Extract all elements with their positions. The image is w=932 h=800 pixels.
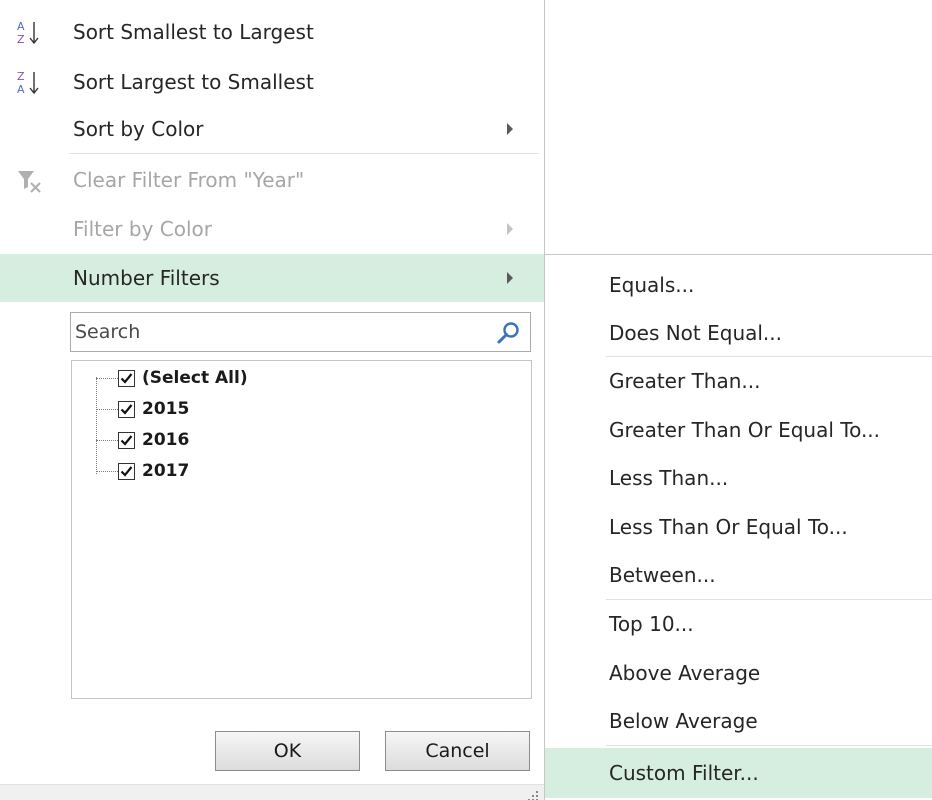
submenu-item-label: Less Than... [609,466,729,490]
submenu-item-label: Does Not Equal... [609,321,783,345]
excel-autofilter-dropdown: A Z Sort Smallest to Largest Z A Sort La… [0,0,932,800]
submenu-arrow-icon [507,123,513,135]
search-icon[interactable] [495,319,523,347]
submenu-item-above-average[interactable]: Above Average [545,649,932,697]
list-item-label: 2015 [142,399,190,419]
list-item-label: 2016 [142,430,190,450]
submenu-arrow-icon [507,223,513,235]
list-item-label: (Select All) [142,368,248,388]
svg-text:A: A [17,20,25,33]
submenu-item-less-than[interactable]: Less Than... [545,454,932,502]
submenu-item-below-average[interactable]: Below Average [545,697,932,745]
svg-text:A: A [17,83,25,96]
cancel-button[interactable]: Cancel [385,731,530,771]
search-input[interactable] [75,313,485,351]
list-item[interactable]: 2016 [96,425,496,455]
svg-text:Z: Z [17,70,25,83]
submenu-item-label: Greater Than... [609,369,761,393]
list-item-label: 2017 [142,461,190,481]
sort-desc-label: Sort Largest to Smallest [73,70,314,94]
submenu-item-greater-than[interactable]: Greater Than... [545,357,932,405]
svg-text:Z: Z [17,33,25,46]
checkbox[interactable] [118,463,135,480]
value-checkbox-list[interactable]: (Select All) 2015 2016 2017 [71,360,532,699]
submenu-item-label: Custom Filter... [609,761,759,785]
menu-footer [0,784,544,800]
number-filters-submenu: Equals... Does Not Equal... Greater Than… [545,254,932,800]
filter-by-color-label: Filter by Color [73,217,212,241]
ok-button[interactable]: OK [215,731,360,771]
list-item-select-all[interactable]: (Select All) [96,363,496,393]
menu-separator [69,153,539,154]
search-box [70,312,531,352]
clear-filter-item[interactable]: Clear Filter From "Year" [0,155,544,205]
sort-by-color-item[interactable]: Sort by Color [0,104,544,154]
submenu-item-custom-filter[interactable]: Custom Filter... [545,748,932,798]
clear-filter-label: Clear Filter From "Year" [73,168,305,192]
sort-largest-to-smallest-item[interactable]: Z A Sort Largest to Smallest [0,57,544,107]
submenu-arrow-icon [507,272,513,284]
checkbox[interactable] [118,370,135,387]
submenu-item-label: Greater Than Or Equal To... [609,418,881,442]
clear-filter-icon [14,166,44,196]
sort-asc-label: Sort Smallest to Largest [73,20,314,44]
checkbox[interactable] [118,401,135,418]
filter-by-color-item[interactable]: Filter by Color [0,204,544,254]
submenu-item-label: Less Than Or Equal To... [609,515,848,539]
submenu-item-equals[interactable]: Equals... [545,261,932,309]
submenu-item-greater-than-or-equal[interactable]: Greater Than Or Equal To... [545,406,932,454]
submenu-item-label: Above Average [609,661,761,685]
submenu-item-label: Between... [609,563,716,587]
submenu-separator [606,745,932,746]
tree-connector [96,378,118,379]
sort-descending-icon: Z A [14,68,44,98]
submenu-item-label: Below Average [609,709,758,733]
submenu-item-does-not-equal[interactable]: Does Not Equal... [545,309,932,357]
sort-by-color-label: Sort by Color [73,117,204,141]
checkbox[interactable] [118,432,135,449]
submenu-item-top-10[interactable]: Top 10... [545,600,932,648]
resize-grip-icon[interactable] [528,786,540,800]
sort-ascending-icon: A Z [14,18,44,48]
tree-connector [96,440,118,441]
tree-connector [96,471,118,472]
list-item[interactable]: 2015 [96,394,496,424]
submenu-item-less-than-or-equal[interactable]: Less Than Or Equal To... [545,503,932,551]
submenu-item-label: Equals... [609,273,695,297]
sort-smallest-to-largest-item[interactable]: A Z Sort Smallest to Largest [0,7,544,57]
submenu-item-between[interactable]: Between... [545,551,932,599]
submenu-item-label: Top 10... [609,612,694,636]
tree-connector [96,409,118,410]
number-filters-item[interactable]: Number Filters [0,254,544,302]
number-filters-label: Number Filters [73,266,220,290]
filter-menu: A Z Sort Smallest to Largest Z A Sort La… [0,0,545,800]
list-item[interactable]: 2017 [96,456,496,486]
